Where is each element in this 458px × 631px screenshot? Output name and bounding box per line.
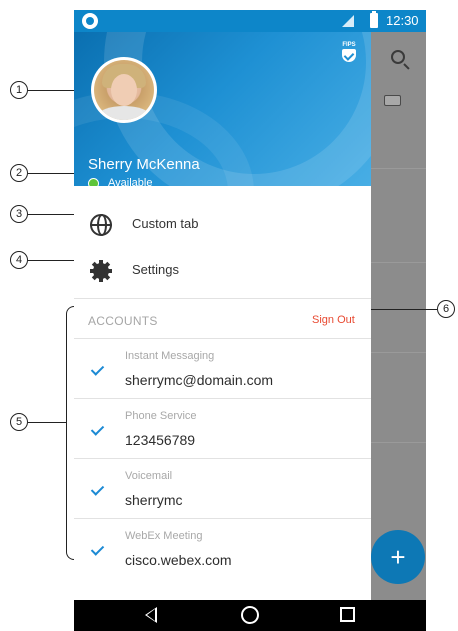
divider [74,298,371,299]
account-value: 123456789 [125,432,196,448]
menu-item-custom-tab[interactable]: Custom tab [74,202,371,248]
callout-line [28,422,66,423]
account-value: cisco.webex.com [125,552,232,568]
battery-icon [370,11,378,28]
account-type: Voicemail [125,470,173,482]
gear-icon [90,260,112,282]
check-icon [90,362,105,376]
home-icon[interactable] [241,606,259,624]
callout-1: 1 [10,81,28,99]
account-value: sherrymc [125,492,183,508]
callout-5: 5 [10,413,28,431]
profile-name: Sherry McKenna [88,156,200,173]
divider [371,352,426,353]
navigation-bar [74,600,426,631]
callout-4: 4 [10,251,28,269]
account-value: sherrymc@domain.com [125,372,274,388]
account-row-voicemail[interactable]: Voicemail sherrymc [74,459,371,519]
divider [371,442,426,443]
accounts-section-header: ACCOUNTS [88,314,158,328]
voicemail-icon[interactable] [384,95,401,106]
account-row-instant-messaging[interactable]: Instant Messaging sherrymc@domain.com [74,339,371,399]
globe-icon [90,214,112,236]
recents-icon[interactable] [340,607,355,622]
check-icon [90,542,105,556]
jabber-logo-icon [82,13,98,29]
status-time: 12:30 [386,13,419,28]
callout-6: 6 [437,300,455,318]
new-chat-fab-button[interactable]: + [371,530,425,584]
phone-screen: 12:30 + FIPS Sherry McKenna Available Cu… [74,10,426,631]
account-type: WebEx Meeting [125,530,203,542]
account-row-webex-meeting[interactable]: WebEx Meeting cisco.webex.com [74,519,371,579]
navigation-drawer: FIPS Sherry McKenna Available Custom tab [74,32,371,600]
status-bar: 12:30 [74,10,426,32]
account-type: Instant Messaging [125,350,215,362]
callout-2: 2 [10,164,28,182]
fips-badge: FIPS [340,42,358,64]
account-type: Phone Service [125,410,197,422]
callout-line [366,309,437,310]
menu-item-settings[interactable]: Settings [74,248,371,294]
signal-icon [342,15,354,27]
check-icon [90,482,105,496]
divider [371,262,426,263]
presence-status-icon[interactable] [88,178,99,186]
menu-item-label: Custom tab [132,216,199,231]
account-row-phone-service[interactable]: Phone Service 123456789 [74,399,371,459]
presence-status[interactable]: Available [108,177,152,186]
fips-label: FIPS [342,42,356,48]
search-icon[interactable] [391,50,405,64]
menu-item-label: Settings [132,262,179,277]
drawer-header: FIPS Sherry McKenna Available [74,32,371,186]
avatar-photo [94,60,154,120]
divider [371,168,426,169]
back-icon[interactable] [145,607,157,623]
avatar[interactable] [91,57,157,123]
callout-3: 3 [10,205,28,223]
sign-out-button[interactable]: Sign Out [312,314,355,326]
check-icon [90,422,105,436]
background-app: + [371,32,426,600]
shield-icon [342,49,356,62]
